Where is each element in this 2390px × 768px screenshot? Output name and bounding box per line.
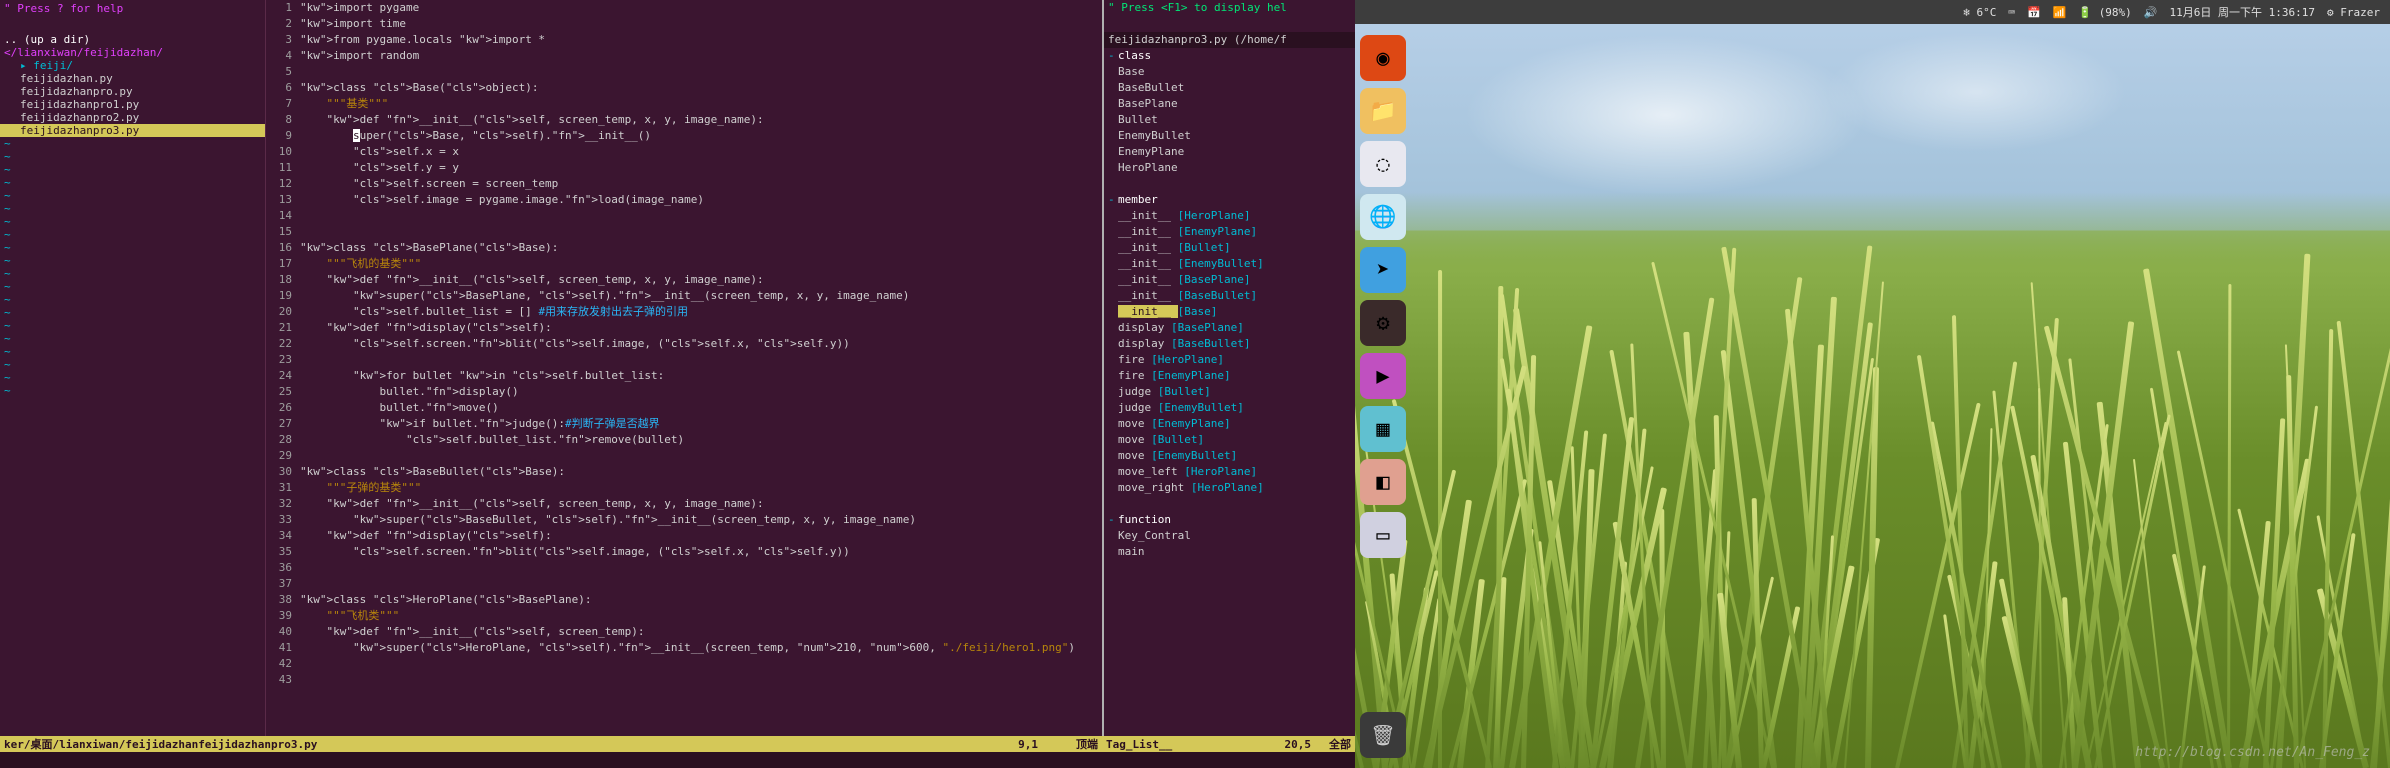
file-item[interactable]: feijidazhanpro3.py (0, 124, 265, 137)
battery-indicator[interactable]: 🔋 (98%) (2078, 6, 2131, 19)
trash-icon[interactable]: 🗑 (1360, 712, 1406, 758)
tag-member[interactable]: move [Bullet] (1118, 432, 1204, 448)
tag-member[interactable]: move [EnemyBullet] (1118, 448, 1237, 464)
tag-member[interactable]: __init__ [BasePlane] (1118, 272, 1250, 288)
tag-member[interactable]: move_right [HeroPlane] (1118, 480, 1264, 496)
tag-class[interactable]: EnemyPlane (1118, 144, 1184, 160)
tag-member[interactable]: move [EnemyPlane] (1118, 416, 1231, 432)
status-bar-taglist: Tag_List__ 20,5 全部 (1102, 736, 1355, 752)
taglist-function-header[interactable]: function (1118, 512, 1171, 528)
tag-member[interactable]: __init__ [HeroPlane] (1118, 208, 1250, 224)
clock[interactable]: 11月6日 周一下午 1:36:17 (2170, 4, 2315, 20)
wifi-icon[interactable]: 📶 (2053, 6, 2067, 19)
taglist-member-header[interactable]: member (1118, 192, 1158, 208)
command-line[interactable] (0, 752, 1355, 768)
media-icon[interactable]: ▶ (1360, 353, 1406, 399)
tag-member[interactable]: __init__ [Base] (1118, 304, 1217, 320)
tag-class[interactable]: EnemyBullet (1118, 128, 1191, 144)
display-icon[interactable]: ▭ (1360, 512, 1406, 558)
taglist-panel[interactable]: " Press <F1> to display hel feijidazhanp… (1102, 0, 1355, 736)
user-menu[interactable]: ⚙ Frazer (2327, 6, 2380, 19)
tag-class[interactable]: Bullet (1118, 112, 1158, 128)
file-item[interactable]: feijidazhanpro1.py (0, 98, 265, 111)
tag-member[interactable]: fire [HeroPlane] (1118, 352, 1224, 368)
calendar-icon[interactable]: 📅 (2027, 6, 2041, 19)
nerdtree-help: " Press ? for help (0, 0, 265, 17)
ubuntu-desktop[interactable]: ❄ 6°C ⌨ 📅 📶 🔋 (98%) 🔊 11月6日 周一下午 1:36:17… (1355, 0, 2390, 768)
tag-class[interactable]: BaseBullet (1118, 80, 1184, 96)
taglist-class-header[interactable]: class (1118, 48, 1151, 64)
tag-class[interactable]: Base (1118, 64, 1145, 80)
tag-member[interactable]: __init__ [EnemyBullet] (1118, 256, 1264, 272)
tag-member[interactable]: display [BaseBullet] (1118, 336, 1250, 352)
file-item[interactable]: feijidazhanpro2.py (0, 111, 265, 124)
volume-icon[interactable]: 🔊 (2144, 6, 2158, 19)
code-area[interactable]: "kw">import pygame"kw">import time"kw">f… (300, 0, 1102, 736)
shell-icon[interactable]: ⚙ (1360, 300, 1406, 346)
tag-class[interactable]: BasePlane (1118, 96, 1178, 112)
nerdtree-dir[interactable]: ▸ feiji/ (0, 59, 265, 72)
taglist-title: feijidazhanpro3.py (/home/f (1104, 32, 1355, 48)
dash-icon[interactable]: ◉ (1360, 35, 1406, 81)
tag-member[interactable]: fire [EnemyPlane] (1118, 368, 1231, 384)
vim-editor: " Press ? for help .. (up a dir) </lianx… (0, 0, 1355, 768)
tag-member[interactable]: __init__ [EnemyPlane] (1118, 224, 1257, 240)
loading-icon[interactable]: ◌ (1360, 141, 1406, 187)
tag-member[interactable]: __init__ [Bullet] (1118, 240, 1231, 256)
file-item[interactable]: feijidazhanpro.py (0, 85, 265, 98)
nerdtree-updir[interactable]: .. (up a dir) (0, 33, 265, 46)
files-icon[interactable]: 📁 (1360, 88, 1406, 134)
line-gutter: 1234567891011121314151617181920212223242… (266, 0, 300, 736)
wallpaper-grass (1355, 218, 2390, 768)
tag-member[interactable]: judge [EnemyBullet] (1118, 400, 1244, 416)
patch-icon[interactable]: ◧ (1360, 459, 1406, 505)
nerdtree-panel[interactable]: " Press ? for help .. (up a dir) </lianx… (0, 0, 266, 736)
tag-class[interactable]: HeroPlane (1118, 160, 1178, 176)
tag-function[interactable]: main (1118, 544, 1145, 560)
tag-member[interactable]: display [BasePlane] (1118, 320, 1244, 336)
earth-icon[interactable]: 🌐 (1360, 194, 1406, 240)
tag-member[interactable]: __init__ [BaseBullet] (1118, 288, 1257, 304)
file-item[interactable]: feijidazhan.py (0, 72, 265, 85)
watermark: http://blog.csdn.net/An_Feng_z (2135, 745, 2370, 760)
top-bar[interactable]: ❄ 6°C ⌨ 📅 📶 🔋 (98%) 🔊 11月6日 周一下午 1:36:17… (1355, 0, 2390, 24)
unity-launcher[interactable]: ◉ 📁 ◌ 🌐 ➤ ⚙ ▶ ▦ ◧ ▭ (1360, 35, 1408, 558)
tag-member[interactable]: judge [Bullet] (1118, 384, 1211, 400)
nerdtree-path[interactable]: </lianxiwan/feijidazhan/ (0, 46, 265, 59)
tag-function[interactable]: Key_Contral (1118, 528, 1191, 544)
keyboard-icon[interactable]: ⌨ (2008, 6, 2015, 19)
code-editor[interactable]: 1234567891011121314151617181920212223242… (266, 0, 1102, 736)
tiles-icon[interactable]: ▦ (1360, 406, 1406, 452)
forward-icon[interactable]: ➤ (1360, 247, 1406, 293)
weather-indicator[interactable]: ❄ 6°C (1963, 6, 1996, 19)
status-bar-main: ker/桌面/lianxiwan/feijidazhan feijidazhan… (0, 736, 1102, 752)
taglist-help: " Press <F1> to display hel (1108, 0, 1287, 16)
tag-member[interactable]: move_left [HeroPlane] (1118, 464, 1257, 480)
